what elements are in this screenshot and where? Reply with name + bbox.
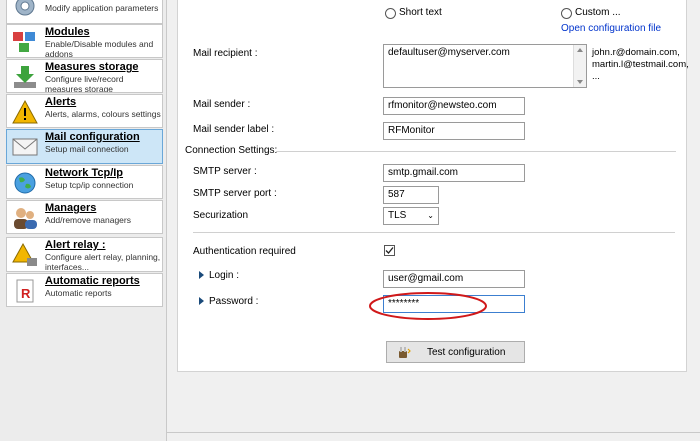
alert-relay-icon: [12, 242, 37, 266]
securization-value: TLS: [388, 210, 407, 221]
connection-settings-heading: Connection Settings:: [185, 145, 278, 156]
modules-icon: [13, 32, 35, 52]
sidebar-item-alerts[interactable]: Alerts Alerts, alarms, colours settings: [6, 94, 163, 128]
sidebar-item-title: Alerts: [45, 96, 77, 108]
mail-sender-input[interactable]: rfmonitor@newsteo.com: [383, 97, 525, 115]
sidebar-item-desc: Modify application parameters: [45, 3, 159, 13]
smtp-server-label: SMTP server :: [193, 166, 257, 177]
sidebar-item-alert-relay[interactable]: Alert relay : Configure alert relay, pla…: [6, 237, 163, 272]
report-icon: R: [16, 279, 34, 303]
auth-required-label: Authentication required: [193, 246, 296, 257]
sidebar-item-desc: Alerts, alarms, colours settings: [45, 109, 161, 119]
sidebar-item-desc: Automatic reports: [45, 288, 112, 298]
auth-divider: [193, 232, 675, 233]
test-configuration-button[interactable]: Test configuration: [386, 341, 525, 363]
sidebar-item-automatic-reports[interactable]: R Automatic reports Automatic reports: [6, 273, 163, 307]
sidebar-item-desc: Setup mail connection: [45, 144, 129, 154]
textarea-scrollbar[interactable]: [573, 45, 586, 87]
password-expand-icon[interactable]: [199, 297, 204, 305]
short-text-radio[interactable]: [385, 8, 396, 19]
custom-radio[interactable]: [561, 8, 572, 19]
sidebar-item-measures-storage[interactable]: Measures storage Configure live/record m…: [6, 59, 163, 93]
test-configuration-label: Test configuration: [427, 347, 506, 358]
chevron-down-icon: ⌄: [427, 211, 434, 220]
securization-select[interactable]: TLS ⌄: [383, 207, 439, 225]
scroll-down-icon: [577, 80, 583, 84]
mail-recipient-textarea[interactable]: defaultuser@myserver.com: [383, 44, 587, 88]
custom-label: Custom ...: [575, 7, 621, 18]
sidebar-item-desc: Add/remove managers: [45, 215, 131, 225]
mail-recipient-label: Mail recipient :: [193, 48, 258, 59]
sidebar-item-title: Network Tcp/Ip: [45, 167, 124, 179]
sidebar-item-desc: Configure alert relay, planning, interfa…: [45, 252, 161, 272]
sidebar-item-managers[interactable]: Managers Add/remove managers: [6, 200, 163, 234]
sidebar-item-desc: Enable/Disable modules and addons: [45, 39, 154, 58]
scroll-up-icon: [577, 48, 583, 52]
settings-sidebar: Modify application parameters Modules En…: [0, 0, 167, 441]
open-configuration-file-link[interactable]: Open configuration file: [561, 23, 661, 34]
sidebar-item-application-parameters[interactable]: Modify application parameters: [6, 0, 163, 24]
auth-required-checkbox[interactable]: [384, 245, 395, 256]
recipient-hint-line-3: ...: [592, 71, 600, 82]
envelope-icon: [12, 138, 38, 156]
securization-label: Securization: [193, 210, 249, 221]
mail-recipient-value: defaultuser@myserver.com: [388, 47, 510, 58]
login-expand-icon[interactable]: [199, 271, 204, 279]
sidebar-item-desc: Configure live/record measures storage: [45, 74, 124, 93]
mail-sender-label-input[interactable]: RFMonitor: [383, 122, 525, 140]
sidebar-item-desc: Setup tcp/ip connection: [45, 180, 134, 190]
smtp-server-input[interactable]: smtp.gmail.com: [383, 164, 525, 182]
sidebar-item-title: Modules: [45, 26, 90, 38]
sidebar-item-title: Measures storage: [45, 61, 139, 73]
globe-icon: [14, 172, 36, 194]
sidebar-item-network-tcpip[interactable]: Network Tcp/Ip Setup tcp/ip connection: [6, 165, 163, 199]
mail-configuration-panel: Short text Custom ... Open configuration…: [177, 0, 689, 372]
login-label: Login :: [209, 270, 240, 281]
smtp-port-label: SMTP server port :: [193, 188, 277, 199]
plug-icon: [399, 347, 411, 358]
sidebar-item-title: Managers: [45, 202, 97, 214]
mail-sender-label-label: Mail sender label :: [193, 124, 275, 135]
short-text-label: Short text: [399, 7, 442, 18]
svg-text:R: R: [21, 286, 31, 301]
download-icon: [14, 66, 36, 88]
bottom-divider: [166, 432, 700, 433]
sidebar-item-modules[interactable]: Modules Enable/Disable modules and addon…: [6, 24, 163, 58]
connection-settings-divider: [276, 151, 676, 152]
check-icon: [385, 247, 394, 254]
mail-sender-label: Mail sender :: [193, 99, 251, 110]
password-label: Password :: [209, 296, 259, 307]
gear-icon: [15, 0, 35, 16]
recipient-hint-line-2: martin.l@testmail.com,: [592, 59, 689, 70]
recipient-hint-line-1: john.r@domain.com,: [592, 47, 680, 58]
smtp-port-input[interactable]: 587: [383, 186, 439, 204]
highlight-circle: [369, 292, 487, 320]
warning-icon: [12, 99, 38, 124]
sidebar-item-title: Alert relay :: [45, 239, 106, 251]
sidebar-item-title: Mail configuration: [45, 131, 140, 143]
sidebar-item-title: Automatic reports: [45, 275, 140, 287]
users-icon: [14, 208, 37, 229]
login-input[interactable]: user@gmail.com: [383, 270, 525, 288]
sidebar-item-mail-configuration[interactable]: Mail configuration Setup mail connection: [6, 129, 163, 164]
